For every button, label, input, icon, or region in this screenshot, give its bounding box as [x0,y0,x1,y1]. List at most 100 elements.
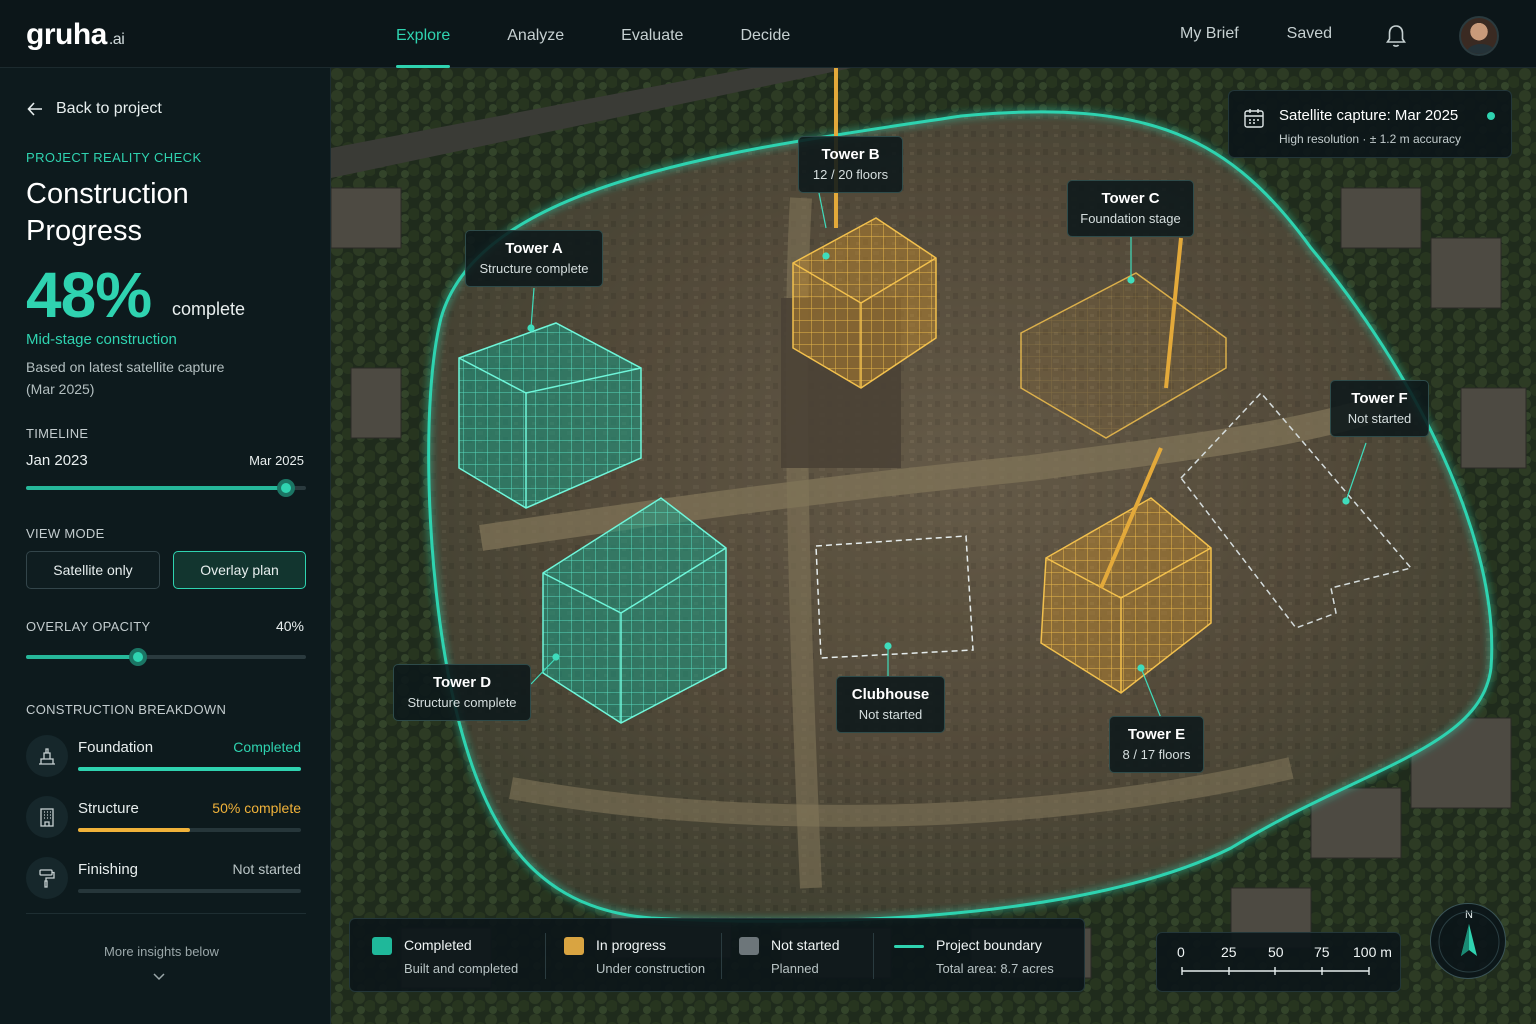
breakdown-item-foundation: Foundation Completed [26,735,306,785]
callout-title: Tower C [1101,190,1160,207]
callout-tower-a[interactable]: Tower A Structure complete [465,230,603,287]
breakdown-item-structure: Structure 50% complete [26,796,306,846]
compass-needle [1438,911,1500,973]
callout-status: 8 / 17 floors [1122,747,1191,762]
legend-swatch [564,937,584,955]
calendar-icon [1244,109,1264,128]
timeline-slider[interactable] [26,479,306,497]
overlay-opacity-slider[interactable] [26,648,306,666]
chevron-down-icon[interactable] [152,970,166,984]
user-avatar[interactable] [1459,16,1499,56]
sidebar-divider [26,913,306,914]
sidebar: Back to project PROJECT REALITY CHECK Co… [0,68,331,1024]
satellite-only-button[interactable]: Satellite only [26,551,160,589]
main-nav-tabs: Explore Analyze Evaluate Decide [396,0,847,68]
back-label: Back to project [56,100,162,117]
scale-tick: 0 [1177,944,1185,960]
tab-analyze[interactable]: Analyze [507,0,564,68]
tab-explore[interactable]: Explore [396,0,451,68]
more-insights-text[interactable]: More insights below [0,944,323,959]
callout-title: Clubhouse [851,686,930,703]
view-mode-label: VIEW MODE [26,526,105,541]
satellite-map[interactable]: Tower A Structure complete Tower B 12 / … [331,68,1536,1024]
callout-tower-c[interactable]: Tower C Foundation stage [1067,180,1194,237]
top-navigation-bar: gruha .ai Explore Analyze Evaluate Decide… [0,0,1536,68]
breakdown-progress-bar [78,767,301,771]
legend-title: In progress [596,937,667,953]
callout-clubhouse[interactable]: Clubhouse Not started [836,676,945,733]
breakdown-name: Finishing [78,861,139,878]
opacity-slider-handle[interactable] [129,648,147,666]
overlay-plan-button[interactable]: Overlay plan [173,551,306,589]
tab-decide[interactable]: Decide [740,0,790,68]
my-brief-link[interactable]: My Brief [1180,25,1239,43]
legend-boundary-line [894,945,924,948]
live-status-dot [1487,112,1495,120]
gruha-logo[interactable]: gruha .ai [26,18,125,52]
map-scale-bar: 0 25 50 75 100 m [1156,932,1401,992]
bell-icon[interactable] [1384,23,1408,49]
legend-subtitle: Total area: 8.7 acres [936,961,1054,976]
breakdown-name: Structure [78,800,139,817]
legend-subtitle: Planned [771,961,819,976]
timeline-label: TIMELINE [26,426,89,441]
overlay-opacity-value: 40% [275,618,304,634]
building-icon [26,796,68,838]
scale-ruler [1181,967,1370,975]
opacity-slider-fill [26,655,138,659]
breakdown-progress-fill [78,828,190,832]
scale-tick: 25 [1221,944,1237,960]
legend-divider [721,933,722,979]
paint-roller-icon [26,857,68,899]
back-to-project-link[interactable]: Back to project [26,100,162,118]
callout-status: Foundation stage [1080,211,1181,226]
legend-title: Project boundary [936,937,1042,953]
legend-divider [545,933,546,979]
breakdown-progress-bar [78,828,301,832]
callout-status: Structure complete [407,695,517,710]
tab-evaluate[interactable]: Evaluate [621,0,683,68]
scale-tick: 50 [1268,944,1284,960]
construction-stage: Mid-stage construction [26,331,177,348]
page-title: Construction Progress [26,178,189,247]
clubhouse-overlay[interactable] [815,535,974,659]
breakdown-label: CONSTRUCTION BREAKDOWN [26,702,227,717]
logo-text: gruha [26,18,107,51]
callout-tower-d[interactable]: Tower D Structure complete [393,664,531,721]
legend-subtitle: Under construction [596,961,706,976]
legend-title: Not started [771,937,840,953]
legend-title: Completed [404,937,472,953]
callout-status: Structure complete [479,261,589,276]
saved-link[interactable]: Saved [1287,25,1332,43]
satellite-capture-subtitle: High resolution · ± 1.2 m accuracy [1279,132,1461,146]
satellite-capture-card: Satellite capture: Mar 2025 High resolut… [1228,90,1512,158]
map-scene [331,68,1536,1024]
legend-swatch [372,937,392,955]
breakdown-status: Not started [232,861,301,877]
timeline-slider-handle[interactable] [277,479,296,497]
callout-status: Not started [858,707,923,722]
legend-subtitle: Built and completed [404,961,519,976]
callout-tower-f[interactable]: Tower F Not started [1330,380,1429,437]
breakdown-status: Completed [233,739,301,755]
data-basis-note: Based on latest satellite capture (Mar 2… [26,359,225,397]
callout-title: Tower E [1127,726,1186,743]
callout-title: Tower F [1351,390,1408,407]
arrow-left-icon [27,102,42,116]
foundation-icon [26,735,68,777]
breakdown-progress-bar [78,889,301,893]
nav-right-links: My Brief Saved [1132,0,1332,68]
progress-percent-suffix: complete [172,299,246,319]
callout-status: 12 / 20 floors [812,167,889,182]
scale-tick: 100 m [1353,944,1392,960]
breakdown-status: 50% complete [212,800,301,816]
scale-tick: 75 [1314,944,1330,960]
callout-tower-b[interactable]: Tower B 12 / 20 floors [798,136,903,193]
callout-title: Tower A [505,240,563,257]
timeline-end: Mar 2025 [249,453,304,468]
callout-status: Not started [1347,411,1412,426]
callout-title: Tower D [432,674,492,691]
callout-title: Tower B [821,146,880,163]
callout-tower-e[interactable]: Tower E 8 / 17 floors [1109,716,1204,773]
compass-icon[interactable]: N [1430,903,1506,979]
